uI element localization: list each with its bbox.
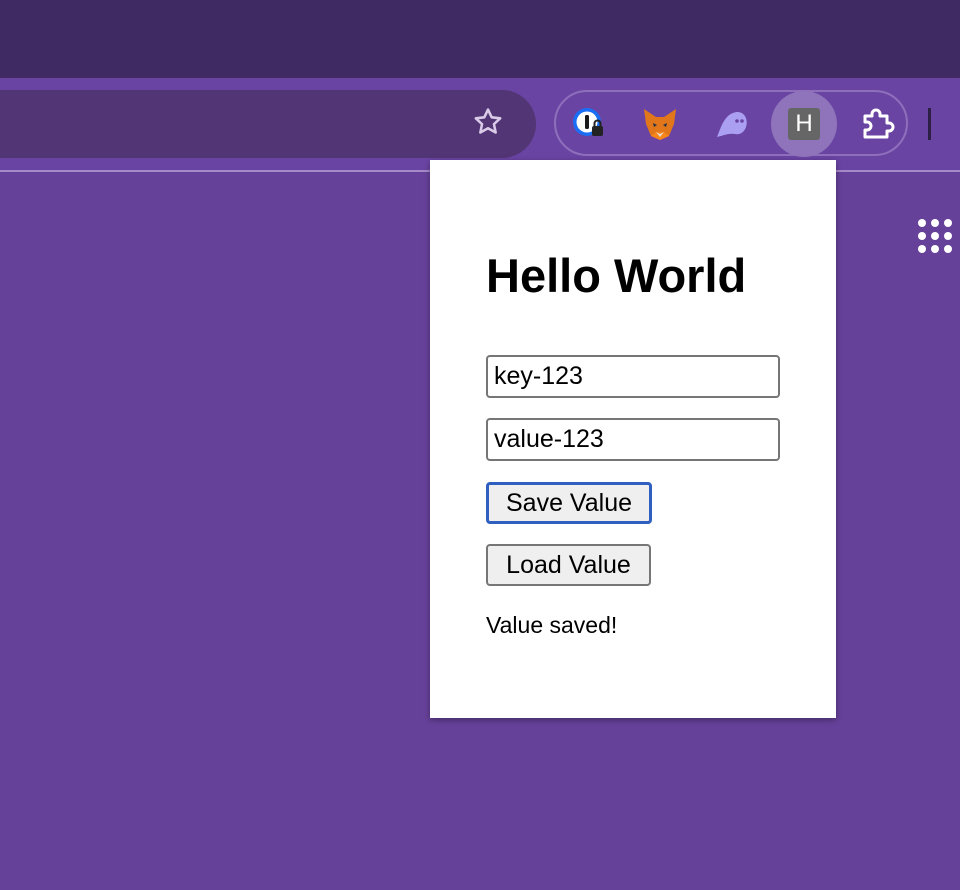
popup-title: Hello World xyxy=(486,249,747,302)
extension-popup: Hello World Save Value Load Value Value … xyxy=(430,160,836,718)
toolbar-separator xyxy=(928,108,931,140)
fox-icon[interactable] xyxy=(635,99,685,149)
save-value-button[interactable]: Save Value xyxy=(486,482,652,524)
puzzle-icon[interactable] xyxy=(852,99,902,149)
status-message: Value saved! xyxy=(486,612,618,638)
browser-titlebar xyxy=(0,0,960,78)
h-badge-icon: H xyxy=(788,108,820,140)
onepassword-icon[interactable] xyxy=(564,99,614,149)
load-value-button[interactable]: Load Value xyxy=(486,544,651,586)
hello-world-extension-button[interactable]: H xyxy=(771,91,837,157)
key-input[interactable] xyxy=(486,355,780,398)
value-input[interactable] xyxy=(486,418,780,461)
bookmark-star-icon[interactable] xyxy=(466,100,510,144)
ghost-icon[interactable] xyxy=(707,99,757,149)
address-bar[interactable] xyxy=(0,90,536,158)
apps-grid-icon[interactable] xyxy=(918,219,954,255)
